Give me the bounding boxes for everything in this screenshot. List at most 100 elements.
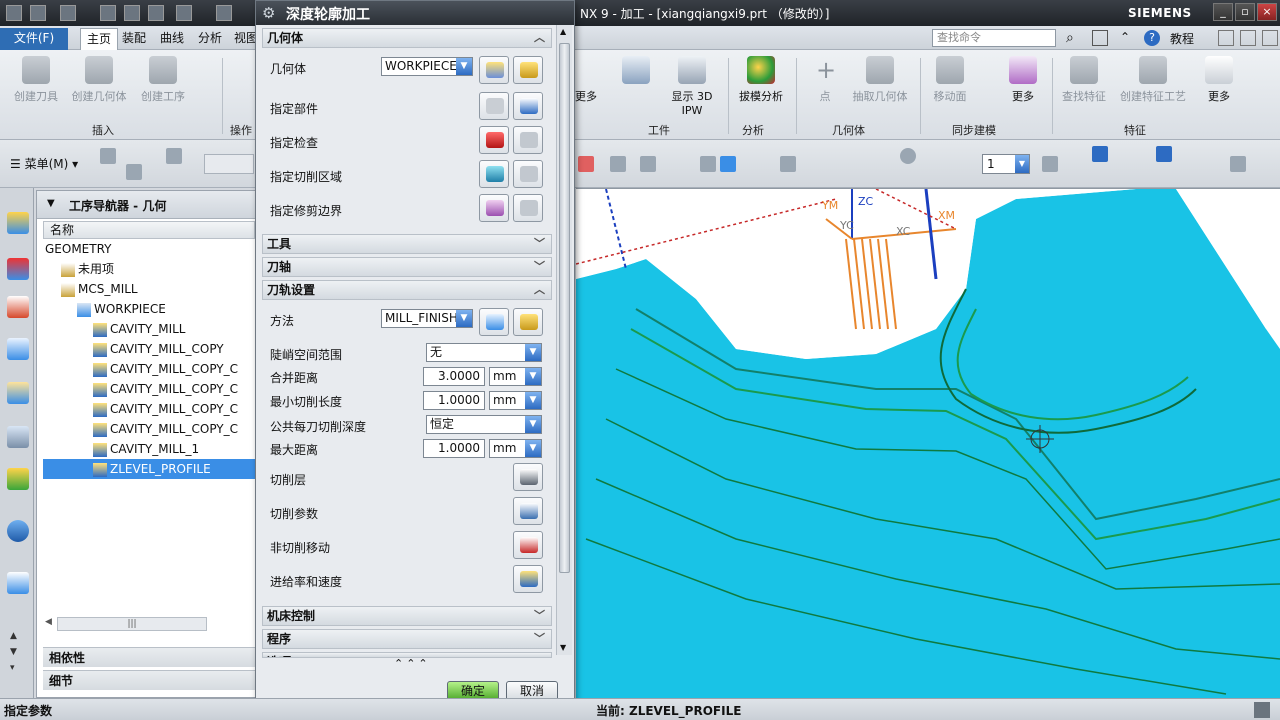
assembly-navigator-icon[interactable]: [7, 212, 29, 234]
doc-close-button[interactable]: [1262, 30, 1278, 46]
cut-params-button[interactable]: [513, 497, 543, 525]
tab-analysis[interactable]: 分析: [192, 28, 228, 50]
dialog-scrollbar[interactable]: ▲ ▼: [556, 25, 572, 655]
layer-combo[interactable]: 1 ▼: [982, 154, 1030, 174]
tree-item[interactable]: CAVITY_MILL: [43, 319, 186, 339]
tutorial-label[interactable]: 教程: [1170, 30, 1194, 47]
status-icon[interactable]: [1254, 702, 1270, 718]
tab-curve[interactable]: 曲线: [154, 28, 190, 50]
tab-file[interactable]: 文件(F): [0, 28, 68, 50]
gear-icon[interactable]: ⚙: [262, 5, 278, 21]
cut-icon[interactable]: [100, 5, 116, 21]
more-button[interactable]: 更多: [572, 56, 600, 104]
specify-trim-button[interactable]: [479, 194, 509, 222]
feeds-speeds-button[interactable]: [513, 565, 543, 593]
scroll-up-icon[interactable]: ▲: [560, 27, 566, 36]
filter-icon[interactable]: [100, 148, 116, 164]
maximize-button[interactable]: ▫: [1235, 3, 1255, 21]
edit-geometry-button[interactable]: [513, 56, 543, 84]
doc-minimize-button[interactable]: [1218, 30, 1234, 46]
collapse-all-icon[interactable]: ⌃⌃⌃: [394, 657, 431, 670]
repeat-icon[interactable]: [176, 5, 192, 21]
graphics-viewport[interactable]: ZC YC XC XM YM: [576, 188, 1280, 698]
steep-range-select[interactable]: 无 ▼: [426, 343, 542, 362]
section-path-settings[interactable]: 刀轨设置 ︿: [262, 280, 552, 300]
specify-cut-area-button[interactable]: [479, 160, 509, 188]
line-icon[interactable]: [780, 156, 796, 172]
create-feature-process-button[interactable]: 创建特征工艺: [1114, 56, 1192, 104]
view-orient-icon[interactable]: [1156, 146, 1172, 162]
navigator-collapse-icon[interactable]: ▼: [47, 198, 55, 209]
scroll-left-icon[interactable]: ◀: [45, 617, 52, 627]
window-icon[interactable]: [216, 5, 232, 21]
section-tool-axis[interactable]: 刀轴 ﹀: [262, 257, 552, 277]
name-column-header[interactable]: 名称: [43, 221, 255, 239]
create-tool-button[interactable]: 创建刀具: [8, 56, 64, 104]
minimize-button[interactable]: _: [1213, 3, 1233, 21]
tree-item[interactable]: CAVITY_MILL_COPY: [43, 339, 224, 359]
tab-home[interactable]: 主页: [80, 28, 119, 50]
method-select[interactable]: MILL_FINISH ▼: [381, 309, 473, 328]
snap-end-icon[interactable]: [610, 156, 626, 172]
shaded-icon[interactable]: [700, 156, 716, 172]
specify-part-button[interactable]: [479, 92, 509, 120]
move-face-button[interactable]: 移动面: [930, 56, 970, 104]
details-panel[interactable]: 细节: [43, 670, 255, 690]
cube-icon[interactable]: [720, 156, 736, 172]
more2-button[interactable]: 更多: [1008, 56, 1038, 104]
circle-icon[interactable]: [900, 148, 916, 164]
snap-point-icon[interactable]: [578, 156, 594, 172]
edit-method-button[interactable]: [513, 308, 543, 336]
section-machine-control[interactable]: 机床控制 ﹀: [262, 606, 552, 626]
max-distance-unit-select[interactable]: mm ▼: [489, 439, 542, 458]
save-icon[interactable]: [30, 5, 46, 21]
tree-item[interactable]: 未用项: [43, 259, 114, 279]
show-part-button[interactable]: [513, 92, 543, 120]
workpiece-tools[interactable]: [616, 56, 656, 88]
geometry-select[interactable]: WORKPIECE ▼: [381, 57, 473, 76]
new-geometry-button[interactable]: [479, 56, 509, 84]
copy-icon[interactable]: [124, 5, 140, 21]
tree-item[interactable]: CAVITY_MILL_COPY_C: [43, 379, 238, 399]
show-trim-button[interactable]: [513, 194, 543, 222]
find-feature-button[interactable]: 查找特征: [1058, 56, 1110, 104]
more3-button[interactable]: 更多: [1204, 56, 1234, 104]
collapse-ribbon-icon[interactable]: ⌃: [1120, 30, 1136, 46]
select-icon[interactable]: [166, 148, 182, 164]
section-geometry[interactable]: 几何体 ︿: [262, 28, 552, 48]
horizontal-scrollbar[interactable]: |||: [57, 617, 207, 631]
web-browser-icon[interactable]: [7, 572, 29, 594]
rotate-icon[interactable]: [1092, 146, 1108, 162]
machine-navigator-icon[interactable]: [7, 382, 29, 404]
tree-item[interactable]: CAVITY_MILL_COPY_C: [43, 419, 238, 439]
min-cut-length-input[interactable]: 1.0000: [423, 391, 485, 410]
specify-check-button[interactable]: [479, 126, 509, 154]
show-check-button[interactable]: [513, 126, 543, 154]
paste-icon[interactable]: [148, 5, 164, 21]
min-cut-unit-select[interactable]: mm ▼: [489, 391, 542, 410]
menu-button[interactable]: ☰ 菜单(M) ▾: [10, 155, 78, 172]
noncut-moves-button[interactable]: [513, 531, 543, 559]
tab-assembly[interactable]: 装配: [116, 28, 152, 50]
dependency-panel[interactable]: 相依性: [43, 647, 255, 667]
tree-item[interactable]: MCS_MILL: [43, 279, 138, 299]
point-button[interactable]: + 点: [812, 56, 838, 104]
create-geometry-button[interactable]: 创建几何体: [66, 56, 132, 104]
merge-distance-input[interactable]: 3.0000: [423, 367, 485, 386]
max-distance-input[interactable]: 1.0000: [423, 439, 485, 458]
tree-item[interactable]: ZLEVEL_PROFILE: [43, 459, 255, 479]
constraint-navigator-icon[interactable]: [7, 258, 29, 280]
scroll-thumb[interactable]: [559, 43, 570, 573]
settings-icon[interactable]: [1230, 156, 1246, 172]
reuse-library-icon[interactable]: [7, 426, 29, 448]
history-icon[interactable]: [7, 468, 29, 490]
tree-item[interactable]: CAVITY_MILL_COPY_C: [43, 359, 238, 379]
snap-mid-icon[interactable]: [640, 156, 656, 172]
command-search-input[interactable]: 查找命令: [932, 29, 1056, 47]
tree-item[interactable]: CAVITY_MILL_COPY_C: [43, 399, 238, 419]
undo-icon[interactable]: [60, 5, 76, 21]
doc-restore-button[interactable]: [1240, 30, 1256, 46]
tree-item[interactable]: CAVITY_MILL_1: [43, 439, 199, 459]
cut-levels-button[interactable]: [513, 463, 543, 491]
part-navigator-icon[interactable]: [7, 296, 29, 318]
